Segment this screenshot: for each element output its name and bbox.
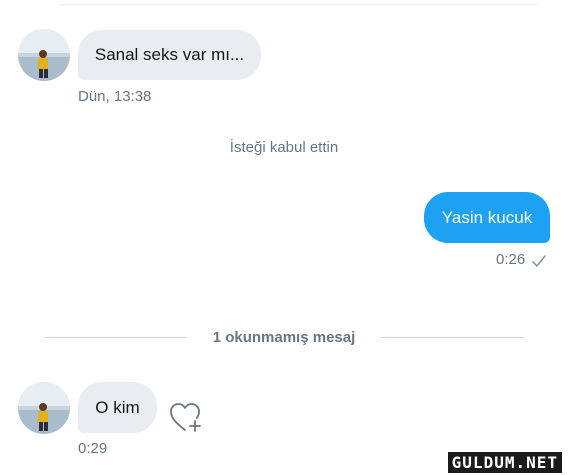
message-timestamp: 0:26 <box>496 251 526 268</box>
message-text: Yasin kucuk <box>441 207 533 227</box>
unread-messages-divider: 1 okunmamış mesaj <box>212 329 356 346</box>
request-accepted-notice: İsteği kabul ettin <box>229 139 339 156</box>
incoming-message-bubble[interactable]: O kim <box>78 382 157 433</box>
message-text: Sanal seks var mı... <box>94 45 245 64</box>
incoming-message-bubble[interactable]: Sanal seks var mı... <box>78 30 261 80</box>
sender-avatar[interactable] <box>18 29 70 81</box>
outgoing-message-bubble[interactable]: Yasin kucuk <box>424 192 550 243</box>
top-separator <box>60 4 538 5</box>
message-timestamp: Dün, 13:38 <box>78 88 152 105</box>
message-text: O kim <box>95 397 140 417</box>
avatar-photo-icon <box>18 382 70 434</box>
message-timestamp: 0:29 <box>78 440 108 457</box>
sender-avatar[interactable] <box>18 382 70 434</box>
avatar-photo-icon <box>18 29 70 81</box>
sent-check-icon <box>532 255 546 267</box>
add-reaction-heart-icon[interactable] <box>168 400 204 434</box>
site-watermark-logo: GULDUM.NET <box>447 452 562 473</box>
